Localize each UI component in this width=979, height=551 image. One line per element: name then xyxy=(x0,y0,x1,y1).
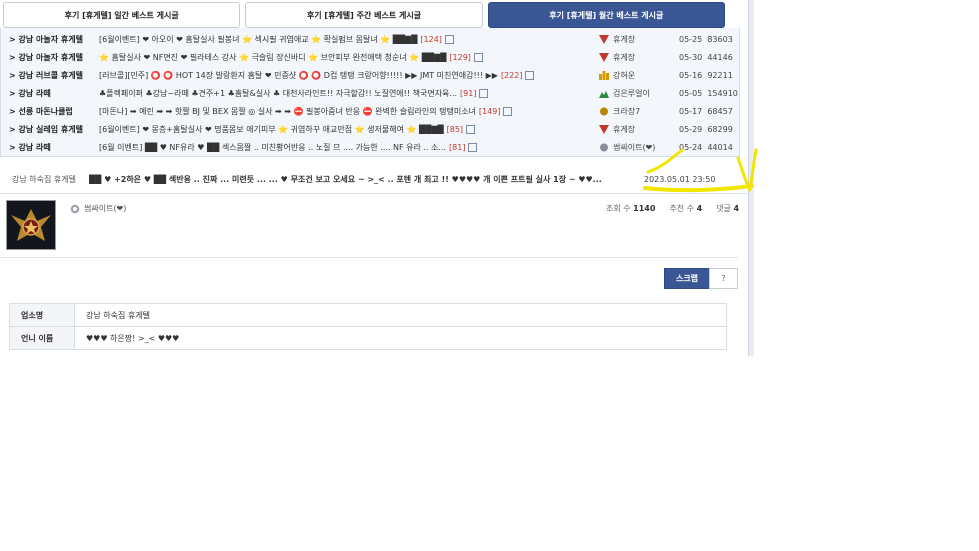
post-category[interactable]: 강남 하숙집 휴게텔 xyxy=(12,174,89,185)
comment-count: [81] xyxy=(449,142,466,152)
user-badge-icon xyxy=(599,90,609,98)
list-item-author[interactable]: 휴게장 xyxy=(599,124,679,135)
help-button[interactable]: ? xyxy=(709,268,738,289)
file-icon xyxy=(479,88,489,98)
list-item-author[interactable]: 강혀운 xyxy=(599,70,679,81)
list-item-title[interactable]: [6월이벤트] ❤ 몽층+홈탈실사 ❤ 명품몸보 애기피부 ⭐ 귀염하꾸 애교만… xyxy=(99,124,595,135)
scrollbar[interactable] xyxy=(748,0,754,356)
info-value: ♥♥♥ 하은짱! >_< ♥♥♥ xyxy=(74,326,727,350)
board-page: 후기 [휴게텔] 일간 베스트 게시글 후기 [휴게텔] 주간 베스트 게시글 … xyxy=(0,0,750,356)
list-item[interactable]: > 강남 라떼 ♣플렉페이퍼 ♣강남~라떼 ♣견주+1 ♣홈탈&실사 ♣ 대천사… xyxy=(9,84,738,102)
file-icon xyxy=(525,70,535,80)
table-row: 업소명 강남 하숙집 휴게텔 xyxy=(9,303,727,327)
list-item[interactable]: > 선릉 마돈나클럽 [마돈나] ➡ 예린 ➡ ➡ 핫짤 BJ 및 BEX 몸짤… xyxy=(9,102,737,120)
list-item-author[interactable]: 썸싸이트(❤) xyxy=(599,142,679,153)
post-datetime: 2023.05.01 23:50 xyxy=(644,174,716,184)
list-item-author[interactable]: 크라장7 xyxy=(599,106,679,117)
info-value: 강남 하숙집 휴게텔 xyxy=(74,303,727,327)
tab-daily-best[interactable]: 후기 [휴게텔] 일간 베스트 게시글 xyxy=(3,2,241,28)
tab-monthly-best[interactable]: 후기 [휴게텔] 월간 베스트 게시글 xyxy=(487,2,725,28)
scrap-button[interactable]: 스크랩 xyxy=(664,268,710,289)
list-item-meta: 05-25 83603 xyxy=(679,34,733,44)
best-tabs: 후기 [휴게텔] 일간 베스트 게시글 후기 [휴게텔] 주간 베스트 게시글 … xyxy=(3,2,725,28)
post-header: 강남 하숙집 휴게텔 ██ ♥ +2하은 ♥ ██ 섹반응 .. 진짜 ... … xyxy=(0,170,748,188)
comments-stat: 댓글 4 xyxy=(716,204,740,213)
user-badge-icon xyxy=(599,70,609,80)
list-item[interactable]: > 강남 아놀자 휴게텔 ⭐ 홈탈실사 ❤ NF면진 ❤ 필라테스 강사 ⭐ 극… xyxy=(9,48,737,66)
shop-info-table: 업소명 강남 하숙집 휴게텔 언니 이름 ♥♥♥ 하은짱! >_< ♥♥♥ xyxy=(9,303,727,350)
user-badge-icon xyxy=(599,34,609,44)
likes-stat: 추천 수 4 xyxy=(669,204,703,213)
comment-count: [85] xyxy=(446,124,464,134)
list-item[interactable]: > 강남 실레임 휴게텔 [6월이벤트] ❤ 몽층+홈탈실사 ❤ 명품몸보 애기… xyxy=(9,120,737,138)
post-author[interactable]: 썸싸이트(❤) xyxy=(70,203,126,214)
avatar xyxy=(6,200,56,250)
user-badge-icon xyxy=(599,124,609,134)
list-item-meta: 05-05 154910 xyxy=(679,88,738,98)
list-item-meta: 05-24 44014 xyxy=(679,142,733,152)
divider xyxy=(0,193,748,194)
list-item-author[interactable]: 검은루얼이 xyxy=(599,88,679,99)
list-item-meta: 05-16 92211 xyxy=(679,70,733,80)
comment-count: [222] xyxy=(500,70,523,80)
list-item-category[interactable]: > 선릉 마돈나클럽 xyxy=(9,106,99,117)
list-item-author[interactable]: 휴게장 xyxy=(599,34,679,45)
file-icon xyxy=(473,52,483,62)
list-item-category[interactable]: > 강남 라떼 xyxy=(9,88,99,99)
list-item-author[interactable]: 휴게장 xyxy=(599,52,679,63)
list-item-category[interactable]: > 강남 아놀자 휴게텔 xyxy=(9,34,99,45)
info-key: 언니 이름 xyxy=(9,326,75,350)
list-item-title[interactable]: [마돈나] ➡ 예린 ➡ ➡ 핫짤 BJ 및 BEX 몸짤 ◎ 실사 ➡ ➡ ⛔… xyxy=(99,106,595,117)
post-stats: 조회 수 1140 추천 수 4 댓글 4 xyxy=(606,203,739,214)
comment-count: [149] xyxy=(478,106,501,116)
comment-count: [129] xyxy=(449,52,471,62)
list-item-category[interactable]: > 강남 러브콜 휴게텔 xyxy=(9,70,99,81)
list-item-title[interactable]: ♣플렉페이퍼 ♣강남~라떼 ♣견주+1 ♣홈탈&실사 ♣ 대천사라인트!! 자극… xyxy=(99,88,595,99)
user-badge-icon xyxy=(599,52,609,62)
divider xyxy=(0,257,738,258)
post-title: ██ ♥ +2하은 ♥ ██ 섹반응 .. 진짜 ... 미련듯 ... ...… xyxy=(89,174,602,184)
user-badge-icon xyxy=(600,143,608,151)
list-item[interactable]: > 강남 라떼 [6월 이벤트] ██ ♥ NF유라 ♥ ██ 섹스몸짤 .. … xyxy=(9,138,737,156)
info-key: 업소명 xyxy=(9,303,75,327)
list-item-title[interactable]: [6월 이벤트] ██ ♥ NF유라 ♥ ██ 섹스몸짤 .. 미친황어반응 .… xyxy=(99,142,595,153)
comment-count: [124] xyxy=(420,34,442,44)
list-item-title[interactable]: [6월이벤트] ❤ 아오이 ❤ 홈탈실사 필봉녀 ⭐ 섹시필 귀염애교 ⭐ 확실… xyxy=(99,34,595,45)
file-icon xyxy=(444,34,454,44)
list-item-meta: 05-30 44146 xyxy=(679,52,733,62)
list-item-meta: 05-29 68299 xyxy=(679,124,733,134)
list-item-category[interactable]: > 강남 라떼 xyxy=(9,142,99,153)
user-badge-icon xyxy=(70,204,80,213)
file-icon xyxy=(466,124,476,134)
table-row: 언니 이름 ♥♥♥ 하은짱! >_< ♥♥♥ xyxy=(9,326,727,350)
list-item-title[interactable]: [러브콜][민주] ⭕ ⭕ HOT 14장 발랑환지 홈탈 ❤ 민증샷 ⭕ ⭕ … xyxy=(99,70,595,81)
comment-count: [91] xyxy=(460,88,477,98)
user-badge-icon xyxy=(600,107,608,115)
avatar-emblem xyxy=(7,201,55,249)
list-item-category[interactable]: > 강남 아놀자 휴게텔 xyxy=(9,52,99,63)
list-item-title[interactable]: ⭐ 홈탈실사 ❤ NF면진 ❤ 필라테스 강사 ⭐ 극슬림 장신바디 ⭐ 브안피… xyxy=(99,52,595,63)
tab-weekly-best[interactable]: 후기 [휴게텔] 주간 베스트 게시글 xyxy=(245,2,483,28)
list-item[interactable]: > 강남 러브콜 휴게텔 [러브콜][민주] ⭕ ⭕ HOT 14장 발랑환지 … xyxy=(9,66,737,84)
views-stat: 조회 수 1140 xyxy=(606,204,656,213)
list-item[interactable]: > 강남 아놀자 휴게텔 [6월이벤트] ❤ 아오이 ❤ 홈탈실사 필봉녀 ⭐ … xyxy=(9,30,737,48)
best-post-list: > 강남 아놀자 휴게텔 [6월이벤트] ❤ 아오이 ❤ 홈탈실사 필봉녀 ⭐ … xyxy=(0,28,740,157)
list-item-category[interactable]: > 강남 실레임 휴게텔 xyxy=(9,124,99,135)
list-item-meta: 05-17 68457 xyxy=(679,106,733,116)
file-icon xyxy=(503,106,513,116)
file-icon xyxy=(468,142,478,152)
